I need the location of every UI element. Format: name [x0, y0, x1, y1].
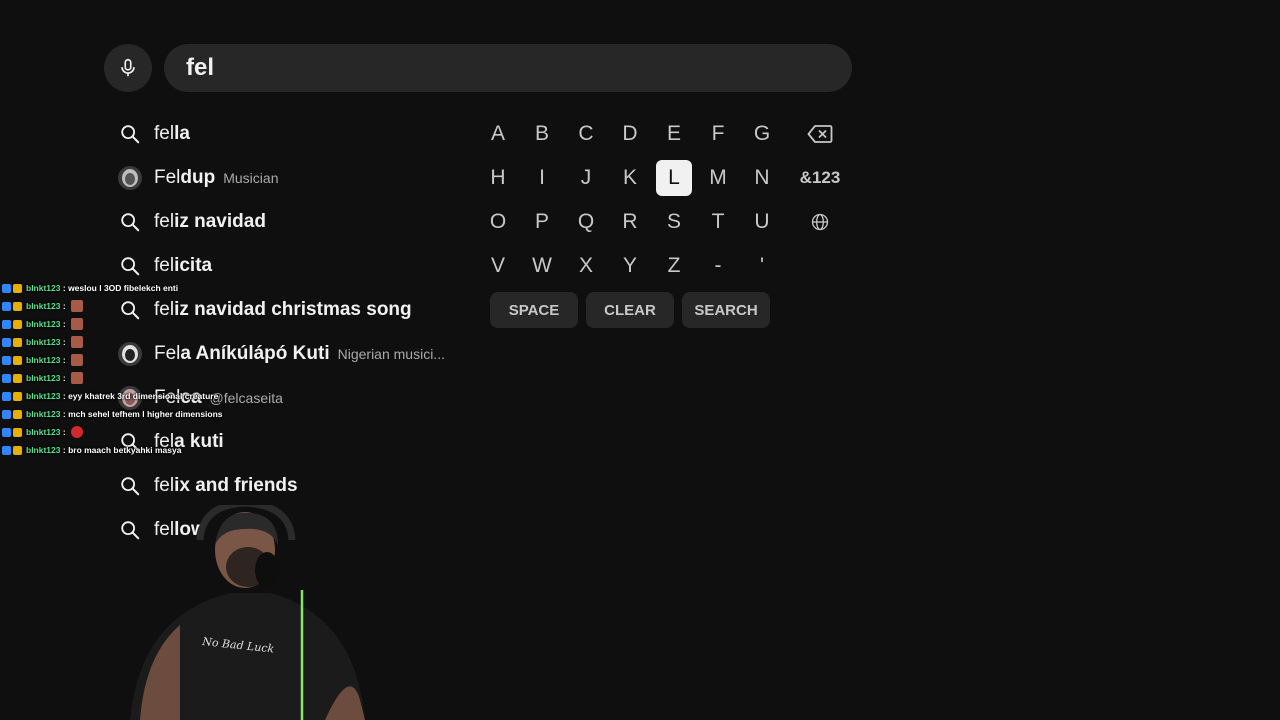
key-u[interactable]: U: [744, 204, 780, 240]
suggestion-item[interactable]: feliz navidad: [116, 200, 476, 244]
on-screen-keyboard: A B C D E F G H I J K L M N &123 O P Q R…: [476, 112, 856, 342]
emote-icon: [71, 336, 84, 348]
emote-icon: [71, 354, 84, 366]
chat-username: blnkt123: [26, 409, 61, 419]
key-v[interactable]: V: [480, 248, 516, 284]
symbols-key[interactable]: &123: [792, 160, 848, 196]
suggestion-typed: fel: [154, 255, 175, 276]
key-h[interactable]: H: [480, 160, 516, 196]
key-e[interactable]: E: [656, 116, 692, 152]
chat-text: bro maach betkyahki masya: [68, 445, 182, 455]
chat-text: weslou l 3OD fibelekch enti: [68, 283, 179, 293]
search-button[interactable]: SEARCH: [682, 292, 770, 328]
suggestion-typed: fel: [154, 123, 175, 144]
chat-username: blnkt123: [26, 391, 61, 401]
key-y[interactable]: Y: [612, 248, 648, 284]
search-icon: [116, 252, 144, 280]
key-c[interactable]: C: [568, 116, 604, 152]
key-s[interactable]: S: [656, 204, 692, 240]
key-o[interactable]: O: [480, 204, 516, 240]
suggestion-completion: dup: [180, 167, 216, 188]
key-p[interactable]: P: [524, 204, 560, 240]
space-button[interactable]: SPACE: [490, 292, 578, 328]
chat-overlay: blnkt123 : weslou l 3OD fibelekch enti b…: [2, 279, 262, 459]
chat-message: blnkt123 : mch sehel tefhem l higher dim…: [2, 405, 262, 423]
chat-message: blnkt123 : weslou l 3OD fibelekch enti: [2, 279, 262, 297]
key-k[interactable]: K: [612, 160, 648, 196]
emote-icon: [71, 318, 84, 330]
key-b[interactable]: B: [524, 116, 560, 152]
suggestion-completion: iz navidad: [174, 211, 266, 232]
key-g[interactable]: G: [744, 116, 780, 152]
chat-text: eyy khatrek 3rd dimensional creature: [68, 391, 219, 401]
key-hyphen[interactable]: -: [700, 248, 736, 284]
microphone-icon: [121, 58, 135, 77]
language-key[interactable]: [802, 204, 838, 240]
suggestion-item[interactable]: fella: [116, 112, 476, 156]
chat-message: blnkt123 :: [2, 333, 262, 351]
key-m[interactable]: M: [700, 160, 736, 196]
emote-icon: [71, 372, 84, 384]
key-x[interactable]: X: [568, 248, 604, 284]
chat-message: blnkt123 :: [2, 315, 262, 333]
suggestion-completion: la: [174, 123, 190, 144]
suggestion-completion: ix and friends: [174, 475, 298, 496]
search-icon: [116, 472, 144, 500]
suggestion-completion: icita: [174, 255, 213, 276]
key-t[interactable]: T: [700, 204, 736, 240]
key-r[interactable]: R: [612, 204, 648, 240]
search-icon: [116, 120, 144, 148]
chat-message: blnkt123 :: [2, 423, 262, 441]
chat-text: mch sehel tefhem l higher dimensions: [68, 409, 223, 419]
key-l[interactable]: L: [656, 160, 692, 196]
clear-button[interactable]: CLEAR: [586, 292, 674, 328]
chat-message: blnkt123 :: [2, 369, 262, 387]
suggestion-item[interactable]: felix and friends: [116, 464, 476, 508]
chat-username: blnkt123: [26, 283, 61, 293]
key-z[interactable]: Z: [656, 248, 692, 284]
backspace-key[interactable]: [802, 116, 838, 152]
search-query: fel: [186, 54, 215, 81]
key-a[interactable]: A: [480, 116, 516, 152]
key-n[interactable]: N: [744, 160, 780, 196]
webcam-overlay: No Bad Luck: [120, 505, 380, 720]
chat-message: blnkt123 :: [2, 297, 262, 315]
key-f[interactable]: F: [700, 116, 736, 152]
chat-username: blnkt123: [26, 337, 61, 347]
backspace-icon: [807, 125, 833, 143]
key-d[interactable]: D: [612, 116, 648, 152]
suggestion-item[interactable]: Feldup Musician: [116, 156, 476, 200]
search-icon: [116, 208, 144, 236]
suggestion-typed: Fel: [154, 167, 181, 188]
chat-message: blnkt123 : bro maach betkyahki masya: [2, 441, 262, 459]
key-w[interactable]: W: [524, 248, 560, 284]
voice-search-button[interactable]: [104, 44, 152, 92]
key-q[interactable]: Q: [568, 204, 604, 240]
chat-message: blnkt123 : eyy khatrek 3rd dimensional c…: [2, 387, 262, 405]
chat-username: blnkt123: [26, 445, 61, 455]
chat-username: blnkt123: [26, 427, 61, 437]
emote-icon: [71, 426, 84, 438]
suggestion-subtitle: Musician: [223, 170, 279, 186]
key-apostrophe[interactable]: ': [744, 248, 780, 284]
suggestion-typed: fel: [154, 211, 175, 232]
channel-avatar: [118, 166, 142, 190]
globe-icon: [811, 213, 829, 231]
chat-message: blnkt123 :: [2, 351, 262, 369]
suggestion-typed: fel: [154, 475, 175, 496]
suggestion-subtitle: Nigerian musici...: [337, 346, 445, 362]
key-j[interactable]: J: [568, 160, 604, 196]
chat-username: blnkt123: [26, 301, 61, 311]
emote-icon: [71, 300, 84, 312]
chat-username: blnkt123: [26, 355, 61, 365]
key-i[interactable]: I: [524, 160, 560, 196]
chat-username: blnkt123: [26, 319, 61, 329]
search-input[interactable]: fel: [164, 44, 852, 92]
chat-username: blnkt123: [26, 373, 61, 383]
